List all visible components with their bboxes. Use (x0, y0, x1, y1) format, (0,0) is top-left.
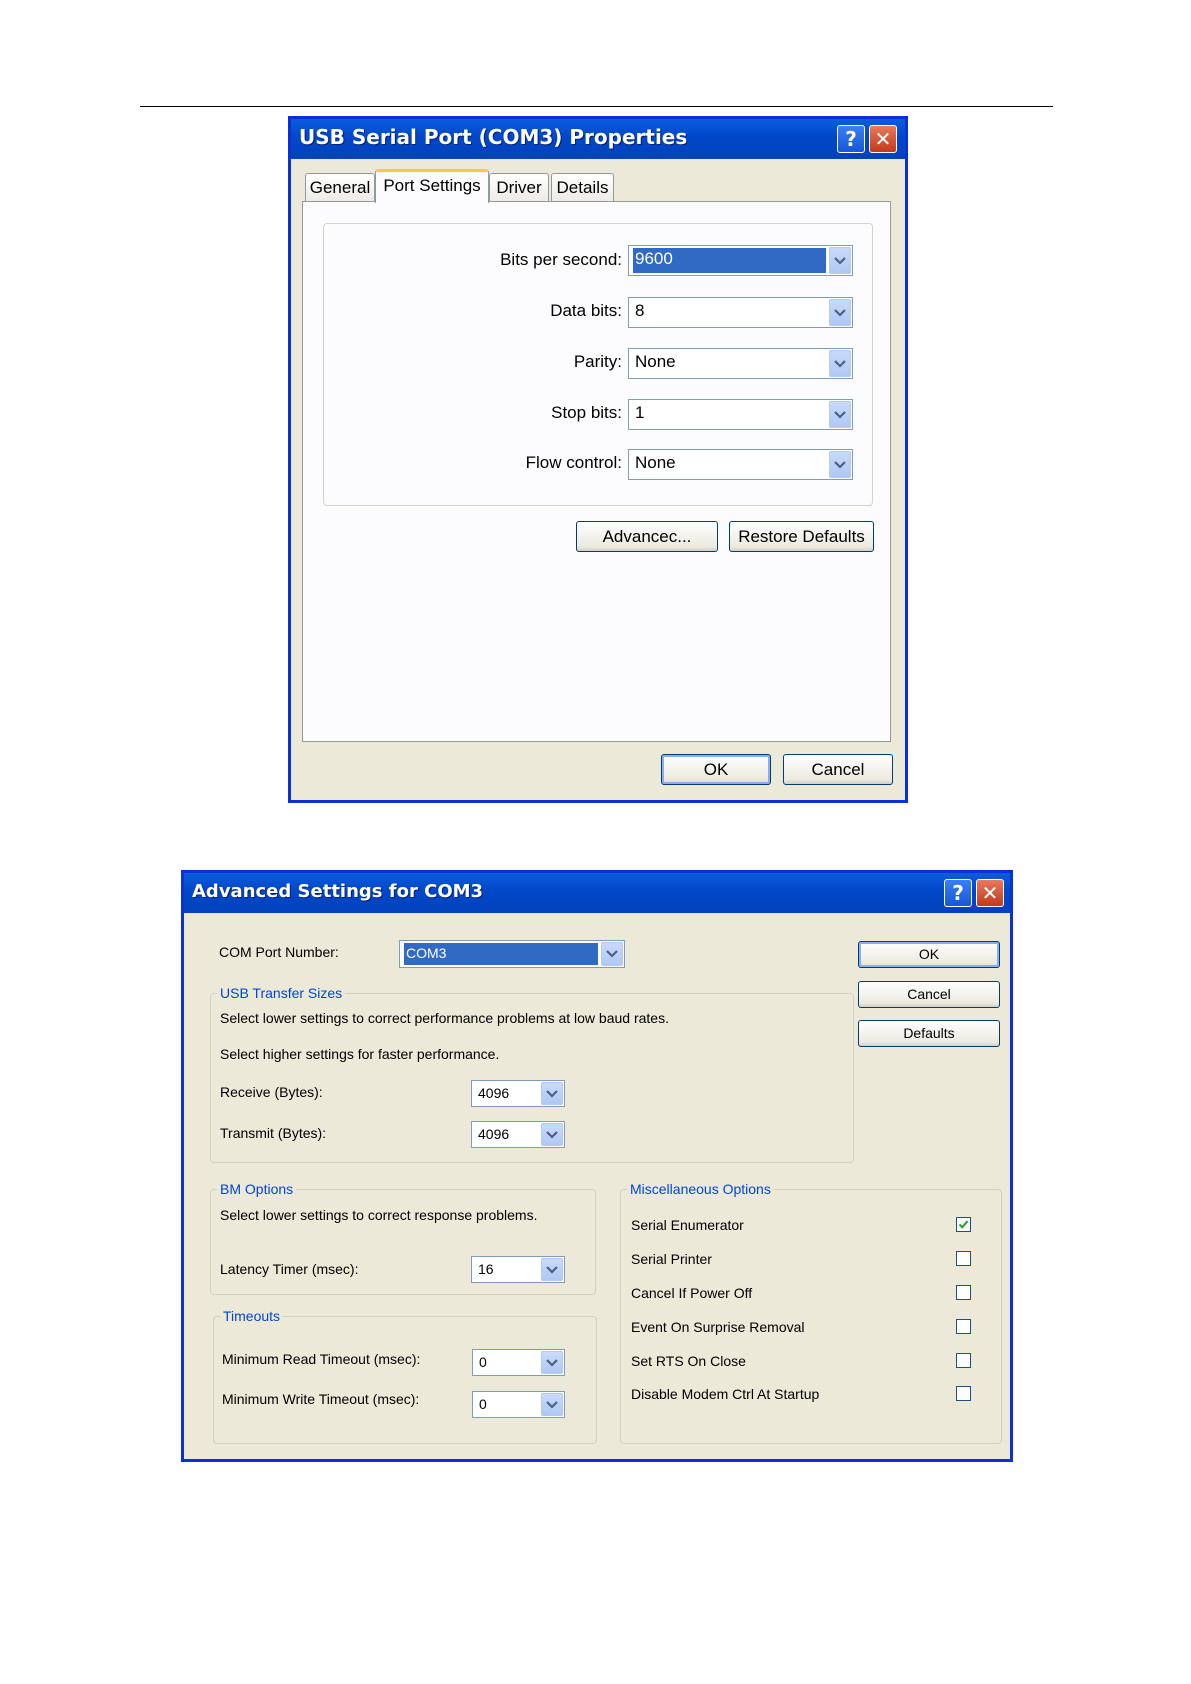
serial-enumerator-label: Serial Enumerator (631, 1217, 744, 1233)
serial-printer-checkbox[interactable] (956, 1251, 971, 1266)
ok-button[interactable]: OK (661, 754, 771, 785)
chevron-down-icon[interactable] (829, 350, 851, 377)
close-button[interactable]: ✕ (976, 879, 1004, 907)
chevron-down-icon[interactable] (601, 942, 623, 966)
event-on-surprise-removal-checkbox[interactable] (956, 1319, 971, 1334)
tab-details[interactable]: Details (551, 173, 614, 201)
set-rts-on-close-label: Set RTS On Close (631, 1353, 746, 1369)
chevron-down-icon[interactable] (541, 1258, 563, 1281)
chevron-down-icon[interactable] (829, 401, 851, 428)
cancel-if-power-off-checkbox[interactable] (956, 1285, 971, 1300)
timeouts-group (213, 1316, 597, 1444)
com-port-value: COM3 (404, 943, 598, 965)
stop-bits-value: 1 (635, 403, 645, 422)
event-on-surprise-removal-label: Event On Surprise Removal (631, 1319, 805, 1335)
close-button[interactable]: ✕ (869, 125, 897, 153)
cancel-button[interactable]: Cancel (783, 754, 893, 785)
latency-timer-label: Latency Timer (msec): (220, 1261, 359, 1277)
data-bits-select[interactable]: 8 (628, 297, 853, 328)
min-read-timeout-label: Minimum Read Timeout (msec): (222, 1351, 421, 1367)
usb-transfer-hint-2: Select higher settings for faster perfor… (220, 1046, 500, 1062)
transmit-bytes-label: Transmit (Bytes): (220, 1125, 327, 1141)
disable-modem-ctrl-checkbox[interactable] (956, 1386, 971, 1401)
serial-printer-label: Serial Printer (631, 1251, 712, 1267)
restore-defaults-button[interactable]: Restore Defaults (729, 521, 874, 552)
window-title: USB Serial Port (COM3) Properties (299, 125, 688, 149)
chevron-down-icon[interactable] (829, 299, 851, 326)
min-write-timeout-label: Minimum Write Timeout (msec): (222, 1391, 420, 1407)
ok-button[interactable]: OK (858, 941, 1000, 968)
data-bits-label: Data bits: (550, 301, 622, 320)
title-bar[interactable]: USB Serial Port (COM3) Properties ? ✕ (291, 119, 905, 159)
flow-control-select[interactable]: None (628, 449, 853, 480)
cancel-if-power-off-label: Cancel If Power Off (631, 1285, 753, 1301)
tab-driver[interactable]: Driver (489, 173, 549, 201)
com-port-number-label: COM Port Number: (219, 944, 339, 960)
chevron-down-icon[interactable] (829, 451, 851, 478)
com-port-select[interactable]: COM3 (399, 940, 625, 968)
data-bits-value: 8 (635, 301, 645, 320)
help-button[interactable]: ? (837, 125, 865, 153)
min-read-timeout-value: 0 (479, 1354, 487, 1370)
defaults-button[interactable]: Defaults (858, 1020, 1000, 1047)
bits-per-second-select[interactable]: 9600 (628, 245, 853, 276)
stop-bits-select[interactable]: 1 (628, 399, 853, 430)
window-title: Advanced Settings for COM3 (192, 881, 484, 902)
title-bar[interactable]: Advanced Settings for COM3 ? ✕ (184, 873, 1010, 913)
set-rts-on-close-checkbox[interactable] (956, 1353, 971, 1368)
transmit-bytes-value: 4096 (478, 1126, 510, 1142)
stop-bits-label: Stop bits: (551, 403, 622, 422)
help-button[interactable]: ? (944, 879, 972, 907)
miscellaneous-options-title: Miscellaneous Options (627, 1181, 774, 1197)
parity-label: Parity: (573, 352, 622, 371)
bits-per-second-value: 9600 (633, 248, 826, 273)
tab-general[interactable]: General (305, 173, 375, 201)
latency-timer-value: 16 (478, 1261, 494, 1277)
chevron-down-icon[interactable] (541, 1082, 563, 1105)
receive-bytes-label: Receive (Bytes): (220, 1084, 323, 1100)
chevron-down-icon[interactable] (829, 247, 851, 274)
transmit-bytes-select[interactable]: 4096 (471, 1121, 565, 1148)
usb-transfer-hint-1: Select lower settings to correct perform… (220, 1010, 669, 1026)
tab-port-settings[interactable]: Port Settings (375, 169, 489, 203)
bm-options-hint: Select lower settings to correct respons… (220, 1207, 538, 1223)
checkmark-icon (958, 1220, 969, 1229)
min-write-timeout-value: 0 (479, 1396, 487, 1412)
timeouts-title: Timeouts (220, 1308, 284, 1324)
cancel-button[interactable]: Cancel (858, 981, 1000, 1008)
receive-bytes-select[interactable]: 4096 (471, 1080, 565, 1107)
advanced-button[interactable]: Advancec... (576, 521, 718, 552)
min-write-timeout-select[interactable]: 0 (472, 1391, 565, 1418)
flow-control-value: None (635, 453, 676, 472)
parity-value: None (635, 352, 676, 371)
flow-control-label: Flow control: (525, 453, 622, 472)
latency-timer-select[interactable]: 16 (471, 1256, 565, 1283)
bits-per-second-label: Bits per second: (500, 250, 622, 269)
chevron-down-icon[interactable] (541, 1123, 563, 1146)
min-read-timeout-select[interactable]: 0 (472, 1349, 565, 1376)
bm-options-title: BM Options (217, 1181, 297, 1197)
usb-transfer-sizes-title: USB Transfer Sizes (217, 985, 346, 1001)
serial-enumerator-checkbox[interactable] (956, 1217, 971, 1232)
chevron-down-icon[interactable] (541, 1351, 563, 1374)
parity-select[interactable]: None (628, 348, 853, 379)
disable-modem-ctrl-label: Disable Modem Ctrl At Startup (631, 1386, 820, 1402)
page-header-rule (140, 106, 1053, 107)
receive-bytes-value: 4096 (478, 1085, 510, 1101)
chevron-down-icon[interactable] (541, 1393, 563, 1416)
